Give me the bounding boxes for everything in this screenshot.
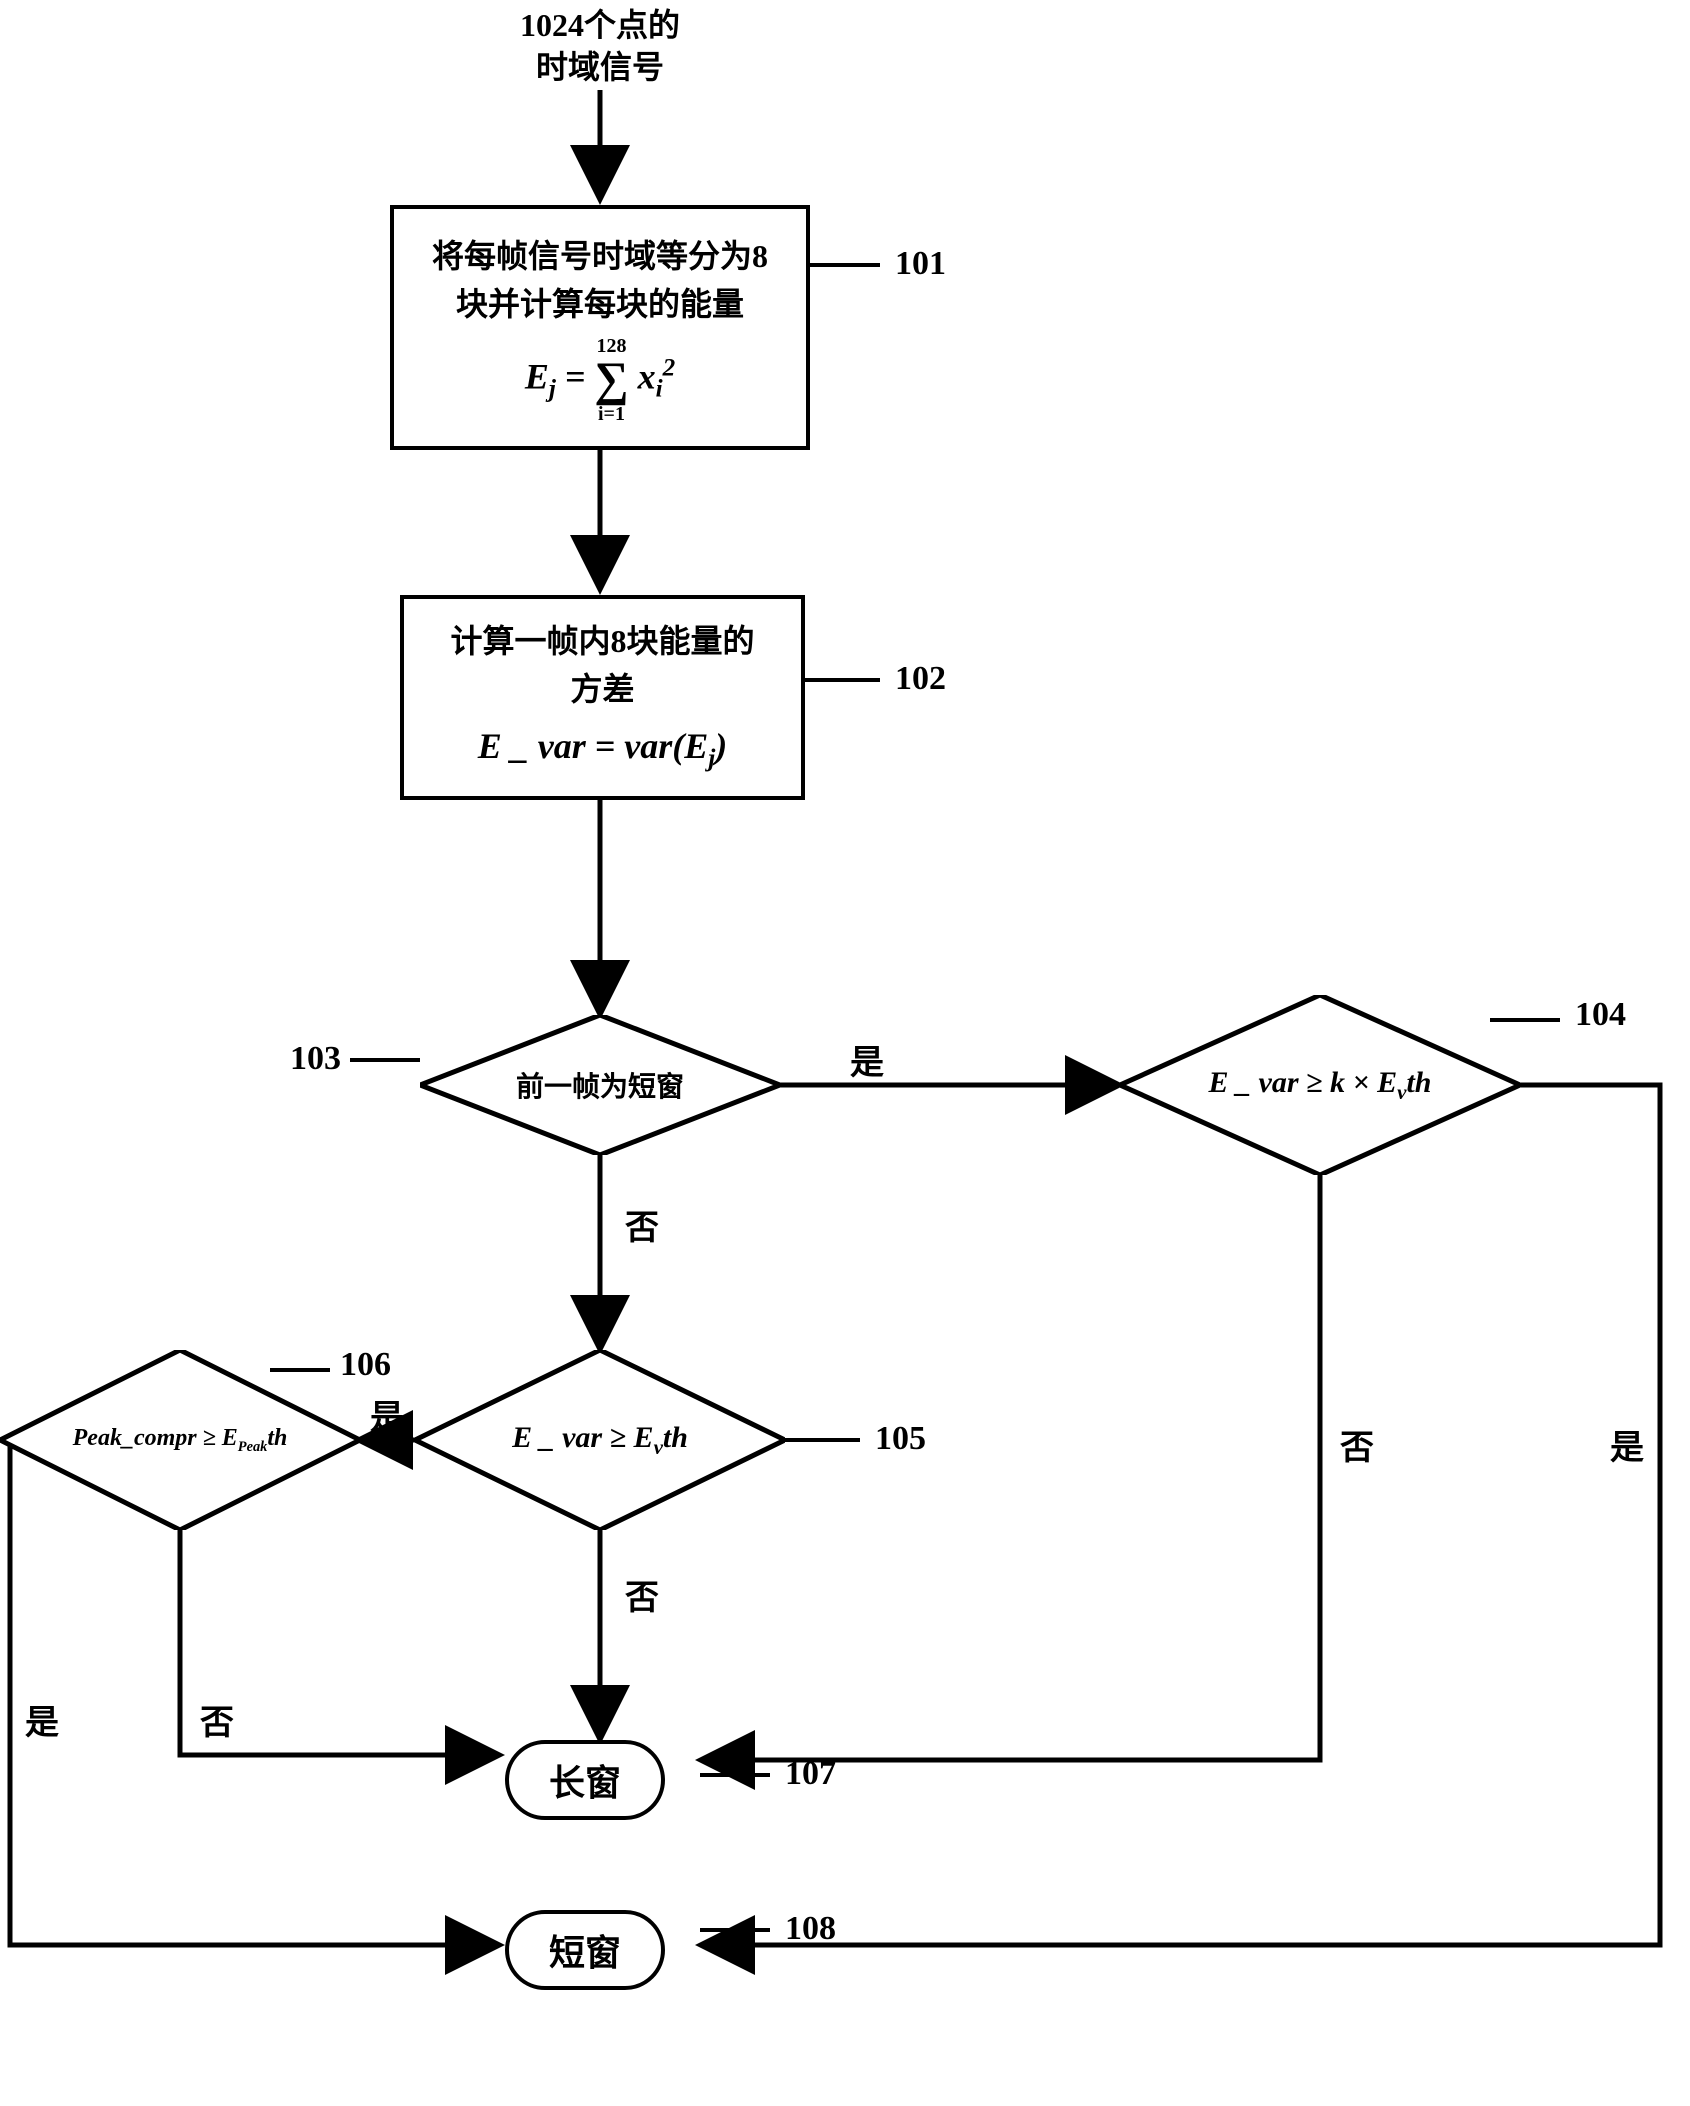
node105-no: 否 <box>625 1570 659 1619</box>
input-signal-label: 1024个点的 时域信号 <box>480 5 720 88</box>
node106-formula: Peak_compr ≥ EPeakth <box>0 1350 360 1530</box>
input-line1: 1024个点的 <box>520 5 680 47</box>
ref-104: 104 <box>1575 996 1626 1034</box>
node101-formula: Ej = 128∑i=1 xi2 <box>525 336 675 424</box>
node102-text1: 计算一帧内8块能量的 <box>450 617 754 665</box>
decision-104: E _ var ≥ k × Evth <box>1120 995 1520 1175</box>
node105-formula: E _ var ≥ Evth <box>415 1350 785 1530</box>
ref-106: 106 <box>340 1346 391 1384</box>
node103-yes: 是 <box>850 1035 884 1084</box>
node102-text2: 方差 <box>570 665 634 713</box>
node106-no: 否 <box>200 1695 234 1744</box>
input-line2: 时域信号 <box>536 47 664 89</box>
node104-yes: 是 <box>1610 1420 1644 1469</box>
node108-text: 短窗 <box>549 1924 621 1976</box>
node101-text1: 将每帧信号时域等分为8 <box>432 232 768 280</box>
node104-no: 否 <box>1340 1420 1374 1469</box>
node106-yes: 是 <box>25 1695 59 1744</box>
decision-106: Peak_compr ≥ EPeakth <box>0 1350 360 1530</box>
ref-103: 103 <box>290 1040 341 1078</box>
node103-text: 前一帧为短窗 <box>516 1065 684 1105</box>
process-101: 将每帧信号时域等分为8 块并计算每块的能量 Ej = 128∑i=1 xi2 <box>390 205 810 450</box>
ref-108: 108 <box>785 1910 836 1948</box>
decision-105: E _ var ≥ Evth <box>415 1350 785 1530</box>
node107-text: 长窗 <box>549 1754 621 1806</box>
node103-no: 否 <box>625 1200 659 1249</box>
node102-formula: E _ var = var(Ej) <box>478 719 728 778</box>
terminal-108: 短窗 <box>505 1910 665 1990</box>
terminal-107: 长窗 <box>505 1740 665 1820</box>
ref-105: 105 <box>875 1420 926 1458</box>
process-102: 计算一帧内8块能量的 方差 E _ var = var(Ej) <box>400 595 805 800</box>
ref-102: 102 <box>895 660 946 698</box>
node101-text2: 块并计算每块的能量 <box>456 280 744 328</box>
ref-101: 101 <box>895 245 946 283</box>
node105-yes: 是 <box>370 1390 404 1439</box>
node104-formula: E _ var ≥ k × Evth <box>1120 995 1520 1175</box>
decision-103: 前一帧为短窗 <box>420 1015 780 1155</box>
ref-107: 107 <box>785 1755 836 1793</box>
